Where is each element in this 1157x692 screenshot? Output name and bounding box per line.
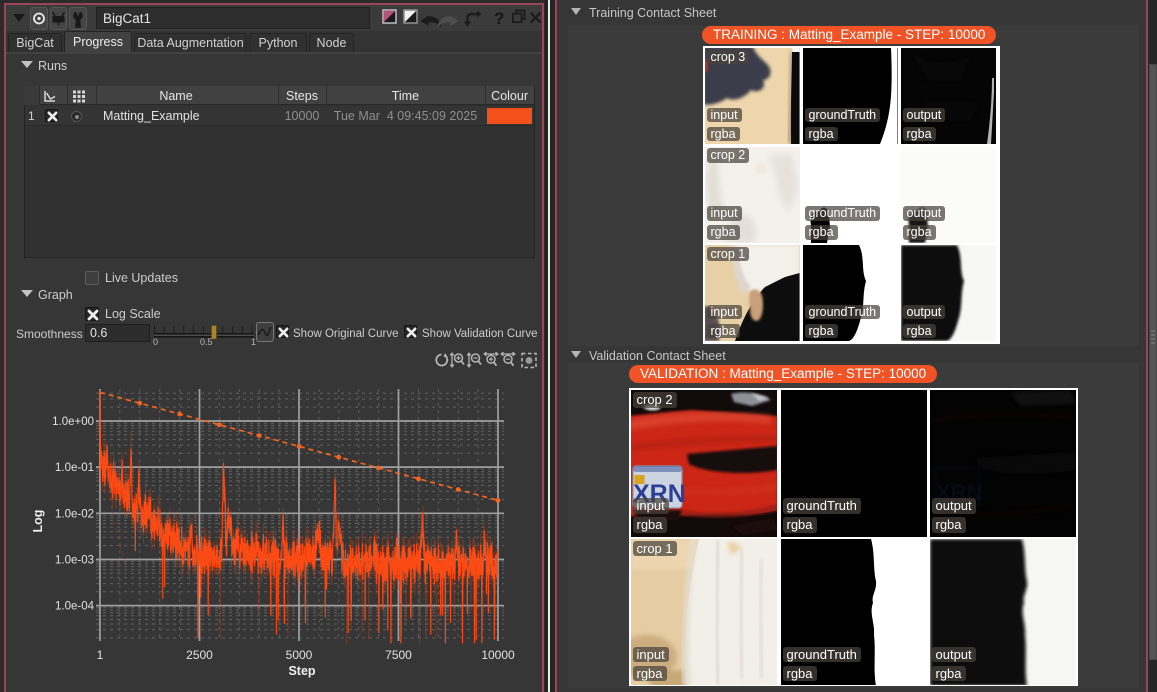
svg-text:1.0e-01: 1.0e-01 bbox=[55, 462, 94, 474]
svg-text:0: 0 bbox=[153, 337, 158, 346]
svg-text:1.0e-04: 1.0e-04 bbox=[55, 601, 95, 613]
svg-text:1.0e-02: 1.0e-02 bbox=[55, 508, 94, 520]
svg-text:1.0e+00: 1.0e+00 bbox=[52, 416, 94, 428]
svg-text:2500: 2500 bbox=[186, 648, 213, 662]
svg-text:Log: Log bbox=[31, 510, 45, 533]
svg-text:5000: 5000 bbox=[286, 648, 313, 662]
svg-text:Step: Step bbox=[288, 664, 315, 678]
svg-text:10000: 10000 bbox=[481, 648, 515, 662]
svg-text:1.0e-03: 1.0e-03 bbox=[55, 555, 94, 567]
svg-text:1: 1 bbox=[97, 648, 104, 662]
svg-text:0.5: 0.5 bbox=[200, 337, 213, 346]
svg-text:?: ? bbox=[494, 9, 504, 28]
svg-text:7500: 7500 bbox=[385, 648, 412, 662]
